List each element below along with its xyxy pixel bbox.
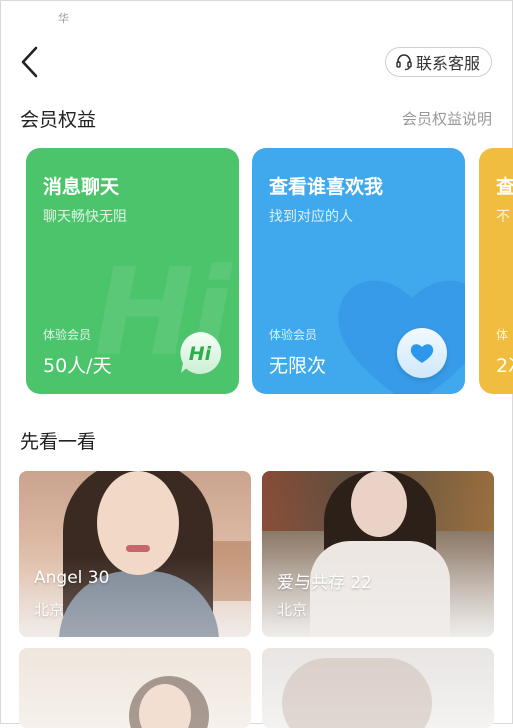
heart-icon [410,344,434,363]
benefit-value: 2次 [496,355,513,377]
headset-icon [396,54,412,71]
hi-bubble-icon: Hi [180,331,222,374]
benefit-subtitle: 不 [496,209,510,225]
profile-name-age: 爱与共存 22 [277,573,373,593]
member-benefits-title: 会员权益 [20,109,97,131]
status-bar-text: 华 [58,12,69,25]
benefit-value: 无限次 [269,355,327,377]
benefit-card-who-likes-me[interactable]: 查看谁喜欢我 找到对应的人 体验会员 无限次 [252,148,465,394]
benefit-card-partial[interactable]: 查 不 体 2次 [479,148,513,394]
photo-lips [126,545,150,552]
profile-card[interactable] [19,648,251,728]
photo-hair [282,658,432,728]
member-benefits-info-link[interactable]: 会员权益说明 [402,108,492,129]
heart-badge [397,328,447,378]
benefit-value: 50人/天 [43,355,112,377]
customer-service-label: 联系客服 [415,54,480,73]
profile-city: 北京 [277,601,308,619]
svg-text:Hi: Hi [189,343,212,365]
benefit-title: 查看谁喜欢我 [269,176,384,198]
benefit-badge: 体验会员 [43,328,92,342]
benefit-title: 查 [496,176,513,198]
benefit-card-chat[interactable]: Hi 消息聊天 聊天畅快无阻 体验会员 50人/天 Hi [26,148,239,394]
benefit-badge: 体验会员 [269,328,318,342]
customer-service-button[interactable]: 联系客服 [384,47,492,77]
profile-card[interactable]: Angel 30 北京 [19,471,251,637]
benefit-subtitle: 聊天畅快无阻 [43,209,127,225]
profile-card[interactable] [262,648,494,728]
profile-card[interactable]: 爱与共存 22 北京 [262,471,494,637]
benefits-carousel[interactable]: Hi 消息聊天 聊天畅快无阻 体验会员 50人/天 Hi 查看谁喜欢我 找到对应… [0,148,513,394]
photo-face [351,471,407,537]
benefit-subtitle: 找到对应的人 [269,209,353,225]
preview-section-title: 先看一看 [20,431,97,453]
profile-name-age: Angel 30 [34,568,110,588]
benefit-title: 消息聊天 [43,176,120,198]
benefit-badge: 体 [496,328,509,342]
profile-city: 北京 [34,601,65,619]
heart-watermark [338,280,465,394]
chevron-left-icon [21,46,38,78]
back-button[interactable] [16,44,46,80]
